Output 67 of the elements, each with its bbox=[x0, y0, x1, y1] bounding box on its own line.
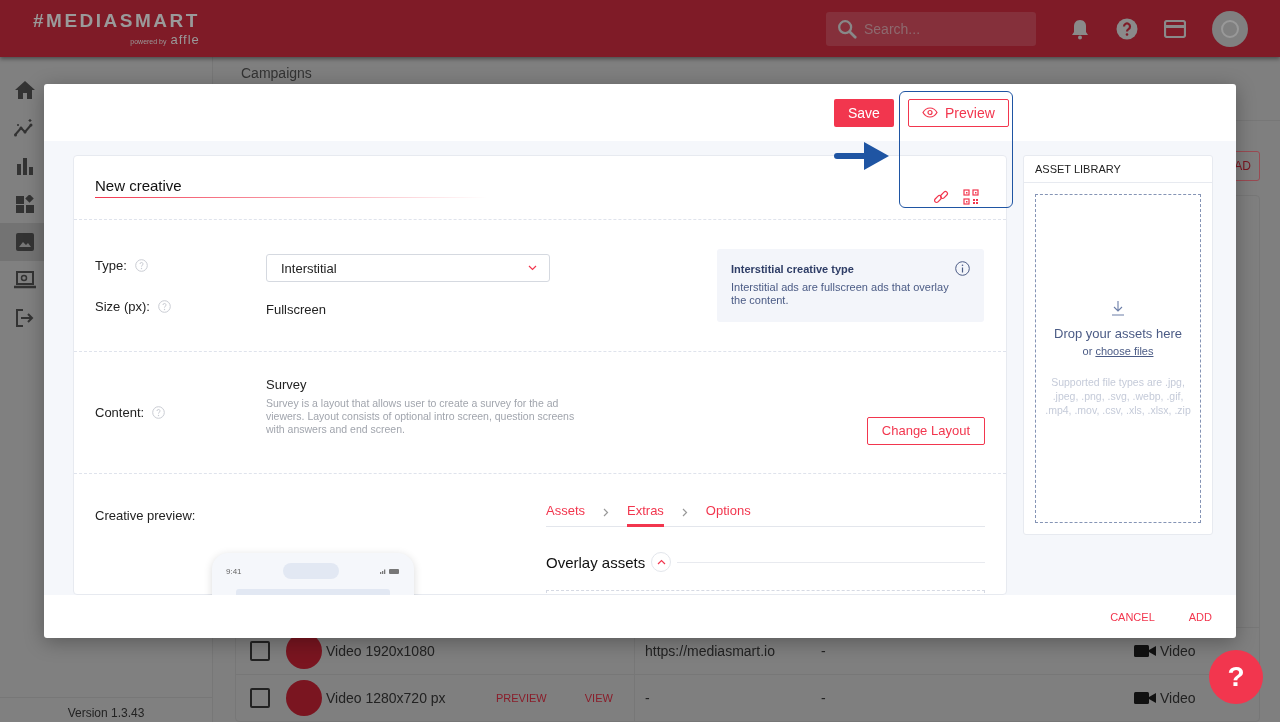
row-action-link[interactable]: VIEW bbox=[584, 692, 613, 704]
help-button[interactable]: ? bbox=[1209, 650, 1263, 704]
add-button[interactable]: ADD bbox=[1188, 610, 1212, 623]
row-checkbox[interactable] bbox=[250, 688, 270, 708]
type-dropdown[interactable]: Interstitial bbox=[266, 254, 550, 282]
table-cell-text: - bbox=[821, 690, 827, 706]
table-cell: - bbox=[634, 675, 821, 721]
version-text: Version 1.3.43 bbox=[0, 697, 212, 722]
help-icon[interactable] bbox=[1116, 17, 1138, 40]
phone-time: 9:41 bbox=[226, 566, 242, 576]
panel-title: ASSET LIBRARY bbox=[1024, 156, 1212, 183]
size-value: Fullscreen bbox=[266, 302, 327, 317]
preview-button[interactable]: Preview bbox=[907, 98, 1009, 127]
info-title: Interstitial creative type bbox=[731, 262, 854, 275]
pointer-arrow-icon bbox=[834, 141, 890, 171]
row-action-link[interactable]: PREVIEW bbox=[496, 692, 547, 704]
table-cell-text: - bbox=[821, 643, 827, 659]
step-tab[interactable]: Options bbox=[705, 499, 751, 527]
type-label: Type: bbox=[95, 257, 127, 273]
avatar[interactable] bbox=[1212, 10, 1248, 47]
card-icon[interactable] bbox=[1164, 19, 1186, 38]
choose-files-link[interactable]: choose files bbox=[1095, 344, 1154, 357]
qr-code-icon[interactable] bbox=[963, 188, 979, 205]
step-tab[interactable]: Extras bbox=[627, 499, 664, 527]
save-button[interactable]: Save bbox=[834, 98, 894, 127]
breadcrumb[interactable]: Campaigns bbox=[241, 65, 312, 81]
logo: #MEDIASMART bbox=[33, 10, 200, 32]
drop-text: Drop your assets here bbox=[1054, 325, 1182, 341]
info-text: Interstitial ads are fullscreen ads that overlay the content. bbox=[731, 281, 950, 307]
chevron-up-icon bbox=[656, 559, 666, 565]
laptop-icon bbox=[14, 271, 36, 289]
thumbnail-placeholder bbox=[286, 680, 322, 716]
collapse-toggle[interactable] bbox=[651, 552, 672, 572]
creative-preview-label: Creative preview: bbox=[95, 508, 197, 523]
search-field[interactable]: Search... bbox=[826, 11, 1036, 46]
status-icons-drawing bbox=[380, 568, 400, 574]
creative-name: Video 1280x720 px bbox=[326, 690, 447, 706]
size-label: Size (px): bbox=[95, 298, 150, 314]
video-camera-icon bbox=[1134, 691, 1156, 705]
chevron-right-icon bbox=[603, 508, 609, 517]
video-camera-icon bbox=[1134, 644, 1156, 658]
download-icon bbox=[1111, 300, 1125, 316]
content-label: Content: bbox=[95, 405, 145, 420]
eye-icon bbox=[922, 107, 938, 118]
type-text: Video bbox=[1160, 690, 1196, 706]
choose-files-hint: or choose files bbox=[1082, 344, 1154, 357]
cancel-button[interactable]: CANCEL bbox=[1110, 610, 1155, 623]
image-icon bbox=[16, 233, 34, 251]
bell-icon[interactable] bbox=[1070, 17, 1090, 40]
logout-icon bbox=[16, 309, 34, 327]
creative-name: Video 1920x1080 bbox=[326, 643, 436, 659]
creative-name-field[interactable]: New creative bbox=[95, 177, 487, 194]
bar-chart-icon bbox=[16, 157, 34, 175]
caret-icon bbox=[528, 265, 537, 271]
widgets-icon bbox=[16, 195, 34, 213]
layout-name: Survey bbox=[266, 377, 308, 392]
change-layout-button[interactable]: Change Layout bbox=[866, 416, 985, 445]
partner-logo: affle bbox=[170, 32, 200, 47]
info-icon bbox=[955, 261, 970, 276]
row-checkbox[interactable] bbox=[250, 641, 270, 661]
link-icon[interactable] bbox=[933, 188, 949, 205]
chevron-right-icon bbox=[681, 508, 688, 517]
section-title: Overlay assets bbox=[546, 553, 646, 571]
type-text: Video bbox=[1160, 643, 1196, 659]
layout-description: Survey is a layout that allows user to create a survey for the ad viewers. Layout consists of optional intro screen, question screens with answers and end screen. bbox=[266, 397, 576, 436]
home-icon bbox=[15, 81, 35, 99]
step-tab[interactable]: Assets bbox=[546, 499, 585, 527]
